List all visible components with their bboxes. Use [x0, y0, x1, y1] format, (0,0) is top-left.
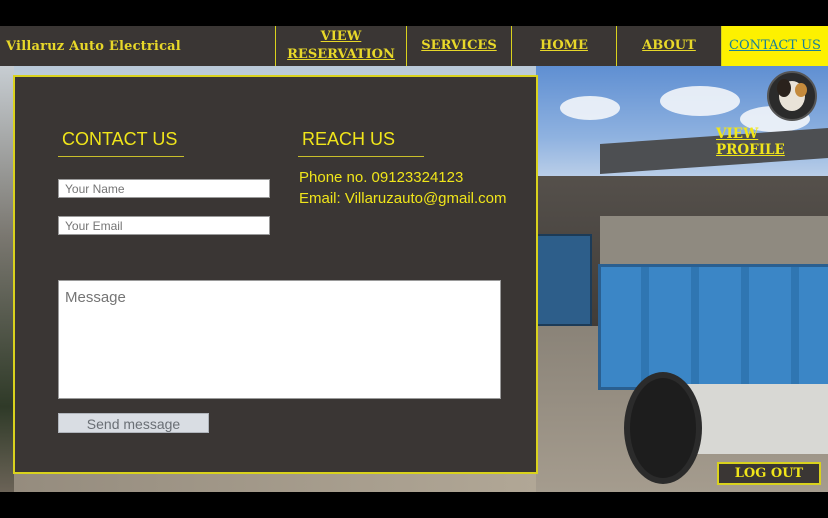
phone-text: Phone no. 09123324123 — [299, 169, 464, 186]
nav-contact-us[interactable]: CONTACT US — [722, 26, 828, 66]
send-message-button[interactable]: Send message — [58, 413, 209, 433]
background-ground-strip — [14, 472, 536, 492]
navbar: Villaruz Auto Electrical VIEW RESERVATIO… — [0, 26, 828, 66]
reach-heading: REACH US — [302, 129, 396, 149]
brand-title: Villaruz Auto Electrical — [0, 26, 276, 66]
name-field[interactable] — [58, 179, 270, 198]
nav-home[interactable]: HOME — [512, 26, 617, 66]
email-text: Email: Villaruzauto@gmail.com — [299, 190, 507, 207]
nav-services[interactable]: SERVICES — [407, 26, 512, 66]
top-band — [0, 0, 828, 26]
email-field[interactable] — [58, 216, 270, 235]
view-profile-link[interactable]: VIEW PROFILE — [716, 126, 828, 158]
background-jeepney — [536, 234, 592, 326]
logout-button[interactable]: LOG OUT — [717, 462, 821, 485]
background-cloud — [660, 86, 740, 116]
contact-heading: CONTACT US — [62, 129, 178, 149]
cat-avatar-icon[interactable] — [767, 71, 817, 121]
background-left-edge — [0, 66, 14, 492]
reach-heading-underline — [298, 156, 424, 157]
nav-view-reservation[interactable]: VIEW RESERVATION — [276, 26, 407, 66]
contact-panel: CONTACT US REACH US Phone no. 0912332412… — [13, 75, 538, 474]
message-field[interactable] — [58, 280, 501, 399]
bottom-band — [0, 492, 828, 518]
nav-about[interactable]: ABOUT — [617, 26, 722, 66]
background-truck-bed — [598, 264, 828, 390]
nav-view-reservation-label: VIEW RESERVATION — [287, 29, 395, 62]
background-truck-wheel — [624, 372, 702, 484]
contact-heading-underline — [58, 156, 184, 157]
background-cloud — [560, 96, 620, 120]
